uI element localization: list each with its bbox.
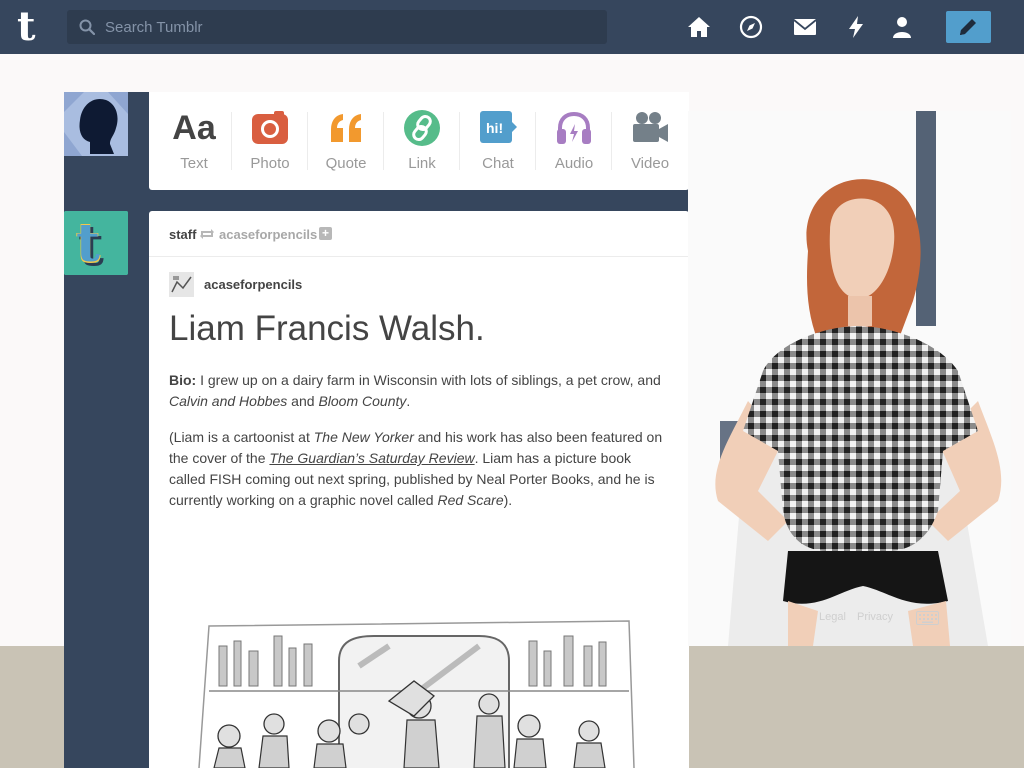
post-type-audio[interactable]: Audio (536, 92, 612, 190)
search-input[interactable] (105, 10, 595, 44)
tumblr-t-logo-icon: t t t (64, 211, 128, 275)
reblogged-from-link[interactable]: acaseforpencils (219, 227, 317, 242)
follow-plus-button[interactable]: + (319, 227, 332, 240)
post-type-video[interactable]: Video (612, 92, 688, 190)
post-type-label: Photo (250, 155, 290, 172)
tumblr-logo-icon[interactable]: t (17, 7, 49, 47)
about-text: ). (503, 492, 513, 508)
user-avatar[interactable] (64, 92, 128, 156)
quote-icon (331, 114, 361, 142)
camera-icon (252, 111, 288, 144)
about-italic: The New Yorker (313, 429, 414, 445)
cartoon-illustration (189, 606, 639, 768)
source-avatar-image (169, 272, 194, 297)
source-blog-name[interactable]: acaseforpencils (204, 277, 302, 292)
bio-text: I grew up on a dairy farm in Wisconsin w… (196, 372, 661, 388)
explore-compass-icon[interactable] (738, 14, 764, 40)
post-type-label: Quote (325, 155, 367, 172)
post-type-bar: Aa Text Photo Quote Link hi! Chat Audio … (149, 92, 689, 190)
post-type-photo[interactable]: Photo (232, 92, 308, 190)
inbox-mail-icon[interactable] (792, 14, 818, 40)
activity-lightning-icon[interactable] (843, 14, 869, 40)
guardian-link[interactable]: The Guardian’s Saturday Review (269, 450, 474, 466)
post-type-label: Text (180, 155, 208, 172)
post-paragraph-bio: Bio: I grew up on a dairy farm in Wiscon… (169, 370, 669, 412)
post-type-quote[interactable]: Quote (308, 92, 384, 190)
bio-text: . (406, 393, 411, 409)
bio-italic: Bloom County (318, 393, 407, 409)
headphones-icon (557, 111, 591, 144)
post-header: staff acaseforpencils + (149, 211, 689, 257)
post-type-label: Link (408, 155, 436, 172)
bio-italic: Calvin and Hobbes (169, 393, 288, 409)
link-chain-icon (404, 110, 440, 146)
source-avatar[interactable] (169, 272, 194, 297)
reblog-icon (200, 229, 214, 239)
search-box[interactable] (67, 10, 607, 44)
footer-links: Legal Privacy (770, 611, 893, 623)
post-type-label: Chat (482, 155, 514, 172)
video-camera-icon (633, 112, 668, 142)
post-paragraph-about: (Liam is a cartoonist at The New Yorker … (169, 427, 669, 511)
search-icon (79, 19, 95, 35)
radar-post-image[interactable] (688, 111, 1011, 646)
keyboard-shortcuts-icon[interactable] (916, 611, 939, 625)
chat-bubble-icon: hi! (480, 111, 517, 143)
svg-text:t: t (76, 213, 100, 274)
post-type-text[interactable]: Aa Text (156, 92, 232, 190)
staff-avatar[interactable]: t t t (64, 211, 128, 275)
svg-text:hi!: hi! (486, 120, 503, 136)
post-type-label: Audio (554, 155, 594, 172)
text-aa-icon: Aa (172, 109, 216, 147)
compose-pencil-icon (960, 19, 976, 35)
bio-text: and (287, 393, 319, 409)
post-type-chat[interactable]: hi! Chat (460, 92, 536, 190)
post-author-link[interactable]: staff (169, 227, 196, 242)
post-title: Liam Francis Walsh. (169, 309, 485, 348)
about-italic: Red Scare (437, 492, 504, 508)
home-icon[interactable] (686, 14, 712, 40)
top-navigation-bar: t (0, 0, 1024, 54)
account-person-icon[interactable] (889, 14, 915, 40)
dashboard-post: staff acaseforpencils + acaseforpencils … (149, 211, 689, 768)
post-type-link[interactable]: Link (384, 92, 460, 190)
post-type-label: Video (630, 155, 670, 172)
footer-legal-link[interactable]: Legal (819, 611, 846, 623)
avatar-silhouette-icon (64, 92, 128, 156)
bio-label: Bio: (169, 372, 197, 388)
compose-button[interactable] (946, 11, 991, 43)
footer-privacy-link[interactable]: Privacy (857, 611, 893, 623)
about-text: (Liam is a cartoonist at (169, 429, 314, 445)
